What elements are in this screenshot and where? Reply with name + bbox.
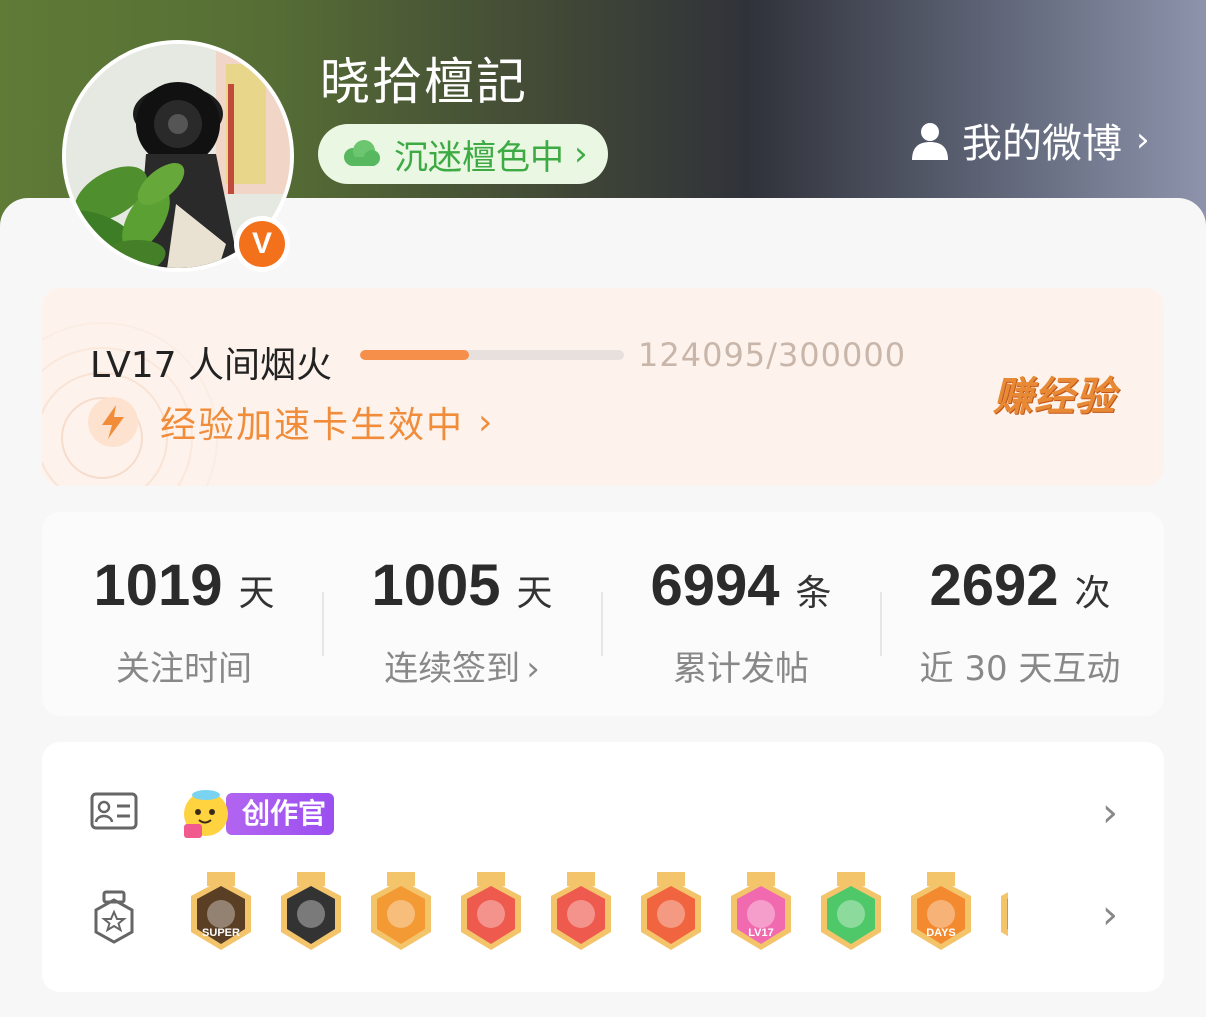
lv17-medal-icon-graphic: LV17 <box>731 872 791 950</box>
partial-medal-icon-graphic <box>1001 892 1008 937</box>
creator-mascot-icon <box>184 790 228 838</box>
clapperboard-medal-icon[interactable] <box>266 872 356 958</box>
earn-exp-button[interactable]: 赚经验 <box>993 364 1116 422</box>
gold-crown-medal-icon-graphic <box>371 872 431 950</box>
creator-tag-label: 创作官 <box>226 793 335 835</box>
100-days-medal-icon-graphic: DAYS <box>911 872 971 950</box>
fire-dragon-medal-icon-graphic <box>641 872 701 950</box>
id-card-icon <box>90 792 138 834</box>
username: 晓拾檀記 <box>320 53 528 111</box>
stat-follow-days: 1019 天 关注时间 <box>44 552 324 690</box>
level-progress-fill <box>360 350 470 360</box>
stat-value: 6994 <box>650 553 780 618</box>
level-progress-text: 124095/300000 <box>638 336 907 374</box>
100-days-medal-icon[interactable]: DAYS <box>896 872 986 958</box>
stat-interactions: 2692 次 近 30 天互动 <box>880 552 1160 690</box>
verified-v-icon: V <box>239 221 285 267</box>
lightning-icon <box>88 397 138 447</box>
verified-badge: V <box>234 216 290 272</box>
chevron-right-icon[interactable]: › <box>1102 892 1118 938</box>
clapperboard-medal-icon-graphic <box>281 872 341 950</box>
super-crown-medal-icon[interactable]: SUPER <box>176 872 266 958</box>
lv17-medal-icon[interactable]: LV17 <box>716 872 806 958</box>
level-progress-bar <box>360 350 624 360</box>
stat-checkin-days[interactable]: 1005 天 连续签到 › <box>322 552 602 690</box>
green-hand-medal-icon[interactable] <box>806 872 896 958</box>
medal-icon <box>90 890 138 950</box>
level-card[interactable]: LV17 人间烟火 124095/300000 经验加速卡生效中 › 赚经验 <box>42 288 1164 486</box>
my-weibo-label: 我的微博 <box>962 121 1122 167</box>
stat-unit: 天 <box>516 573 553 614</box>
stat-posts: 6994 条 累计发帖 <box>601 552 881 690</box>
stat-label: 近 30 天互动 <box>919 649 1121 689</box>
chevron-right-icon: › <box>478 401 493 443</box>
stat-label: 连续签到 <box>384 649 521 689</box>
stat-value: 1019 <box>93 553 223 618</box>
super-crown-medal-icon-graphic: SUPER <box>191 872 251 950</box>
svg-text:LV17: LV17 <box>748 927 773 939</box>
stat-label: 关注时间 <box>116 649 252 689</box>
gold-crown-medal-icon[interactable] <box>356 872 446 958</box>
stat-value: 1005 <box>371 553 501 618</box>
boost-card-link[interactable]: 经验加速卡生效中 › <box>88 396 492 448</box>
svg-text:DAYS: DAYS <box>926 927 956 939</box>
status-text: 沉迷檀色中 <box>394 137 564 178</box>
stat-label: 累计发帖 <box>673 649 809 689</box>
dragon-red-medal-icon-2[interactable] <box>536 872 626 958</box>
stat-value: 2692 <box>929 553 1059 618</box>
fire-dragon-medal-icon[interactable] <box>626 872 716 958</box>
level-title: LV17 人间烟火 <box>90 345 332 386</box>
boost-text: 经验加速卡生效中 <box>160 405 465 446</box>
stat-unit: 次 <box>1074 573 1111 614</box>
svg-text:SUPER: SUPER <box>202 927 240 939</box>
medals-list: SUPER LV17 DAYS <box>176 872 1008 958</box>
cloud-icon <box>340 139 382 169</box>
stat-unit: 天 <box>238 573 275 614</box>
partial-medal-icon[interactable] <box>986 872 1008 958</box>
dragon-red-medal-icon-graphic <box>461 872 521 950</box>
chevron-right-icon: › <box>526 649 540 689</box>
creator-tag[interactable]: 创作官 <box>178 790 335 838</box>
green-hand-medal-icon-graphic <box>821 872 881 950</box>
stats-card: 1019 天 关注时间 1005 天 连续签到 › 6994 条 累计发帖 269… <box>42 512 1164 716</box>
dragon-red-medal-icon-2-graphic <box>551 872 611 950</box>
status-pill[interactable]: 沉迷檀色中 › <box>318 124 608 184</box>
dragon-red-medal-icon[interactable] <box>446 872 536 958</box>
badge-card: 创作官 › SUPER LV17 DAYS › <box>42 742 1164 992</box>
stat-unit: 条 <box>795 573 832 614</box>
chevron-right-icon: › <box>1136 120 1150 160</box>
my-weibo-link[interactable]: 我的微博 › <box>910 112 1150 168</box>
person-icon <box>910 120 950 160</box>
chevron-right-icon: › <box>574 134 588 174</box>
chevron-right-icon[interactable]: › <box>1102 790 1118 836</box>
